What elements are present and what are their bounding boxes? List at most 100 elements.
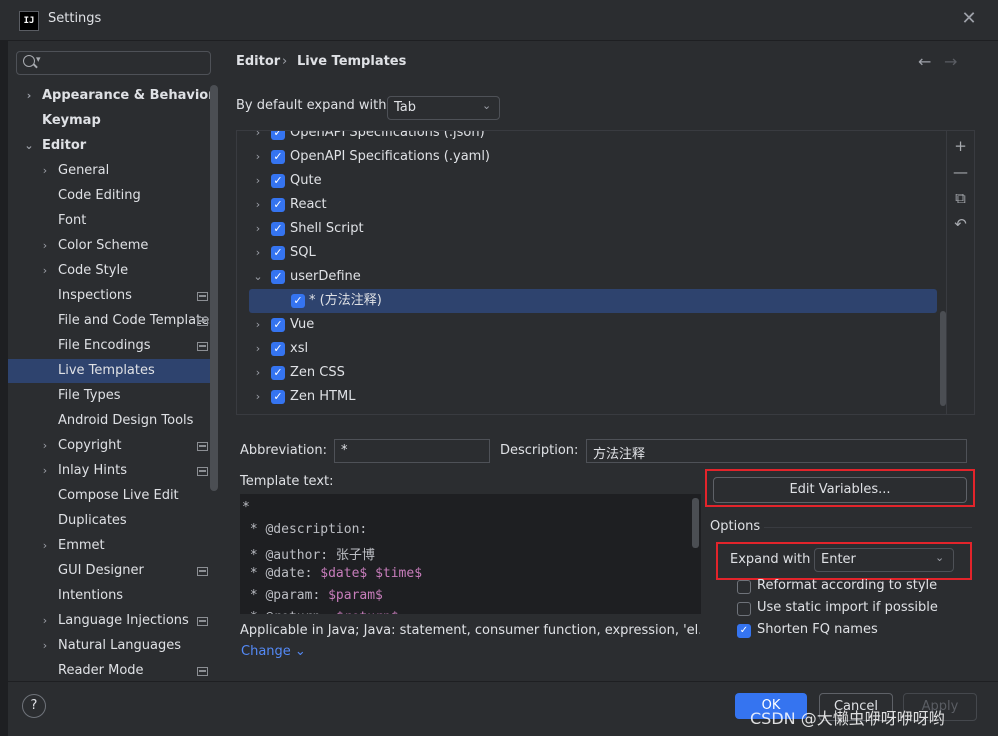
sidebar-item[interactable]: › Code Style	[8, 259, 218, 283]
chevron-right-icon[interactable]: ›	[38, 259, 52, 283]
sidebar-item[interactable]: Keymap	[8, 109, 218, 133]
template-enabled-checkbox[interactable]: ✓	[271, 222, 285, 236]
add-icon[interactable]: +	[947, 137, 974, 155]
change-contexts-link[interactable]: Change ⌄	[241, 644, 306, 659]
sidebar-item[interactable]: › Copyright	[8, 434, 218, 458]
template-text-editor[interactable]: * * @description: * @author: 张子博 * @date…	[240, 494, 701, 614]
sidebar-item[interactable]: › Language Injections	[8, 609, 218, 633]
chevron-right-icon[interactable]: ›	[38, 459, 52, 483]
template-group-row[interactable]: › ✓ OpenAPI Specifications (.yaml)	[237, 145, 947, 169]
breadcrumb-editor[interactable]: Editor	[236, 54, 280, 69]
template-group-row[interactable]: › ✓ Zen HTML	[237, 385, 947, 409]
sidebar-item[interactable]: ⌄ Editor	[8, 134, 218, 158]
description-input[interactable]: 方法注释	[586, 439, 967, 463]
sidebar-item[interactable]: › Color Scheme	[8, 234, 218, 258]
sidebar-item-label: Code Style	[58, 263, 129, 278]
chevron-right-icon[interactable]: ›	[251, 385, 265, 409]
settings-search-input[interactable]: ▾	[16, 51, 211, 75]
help-button[interactable]: ?	[22, 694, 46, 718]
project-scope-icon	[197, 667, 208, 676]
template-group-row[interactable]: › ✓ OpenAPI Specifications (.json)	[237, 131, 947, 145]
sidebar-item[interactable]: Android Design Tools	[8, 409, 218, 433]
template-enabled-checkbox[interactable]: ✓	[271, 150, 285, 164]
chevron-right-icon[interactable]: ›	[38, 634, 52, 658]
template-enabled-checkbox[interactable]: ✓	[291, 294, 305, 308]
default-expand-select[interactable]: Tab ⌄	[387, 96, 500, 120]
restore-icon[interactable]: ↶	[947, 215, 974, 233]
search-history-caret-icon[interactable]: ▾	[36, 55, 41, 65]
template-group-row[interactable]: › ✓ xsl	[237, 337, 947, 361]
template-enabled-checkbox[interactable]: ✓	[271, 246, 285, 260]
template-group-row[interactable]: › ✓ Vue	[237, 313, 947, 337]
template-enabled-checkbox[interactable]: ✓	[271, 342, 285, 356]
project-scope-icon	[197, 317, 208, 326]
code-line: * @return: $return$	[242, 610, 399, 614]
template-group-row[interactable]: › ✓ React	[237, 193, 947, 217]
template-enabled-checkbox[interactable]: ✓	[271, 366, 285, 380]
template-group-row[interactable]: › ✓ Zen CSS	[237, 361, 947, 385]
chevron-right-icon[interactable]: ›	[251, 337, 265, 361]
template-enabled-checkbox[interactable]: ✓	[271, 270, 285, 284]
sidebar-item-label: Android Design Tools	[58, 413, 194, 428]
abbreviation-value: *	[341, 443, 348, 458]
chevron-right-icon[interactable]: ›	[251, 131, 265, 145]
remove-icon[interactable]: —	[947, 163, 974, 181]
shorten-fq-checkbox[interactable]: ✓	[737, 624, 751, 638]
chevron-right-icon[interactable]: ›	[251, 313, 265, 337]
reformat-checkbox[interactable]	[737, 580, 751, 594]
sidebar-item[interactable]: Compose Live Edit	[8, 484, 218, 508]
sidebar-item[interactable]: File Encodings	[8, 334, 218, 358]
expand-with-select[interactable]: Enter ⌄	[814, 548, 954, 572]
project-scope-icon	[197, 567, 208, 576]
sidebar-item[interactable]: › Appearance & Behavior	[8, 84, 218, 108]
template-enabled-checkbox[interactable]: ✓	[271, 318, 285, 332]
edit-variables-button[interactable]: Edit Variables...	[713, 477, 967, 503]
chevron-right-icon[interactable]: ›	[251, 241, 265, 265]
copy-icon[interactable]: ⧉	[947, 189, 974, 207]
sidebar-item[interactable]: Reader Mode	[8, 659, 218, 683]
sidebar-item[interactable]: File Types	[8, 384, 218, 408]
chevron-right-icon[interactable]: ›	[38, 234, 52, 258]
sidebar-item[interactable]: File and Code Templates	[8, 309, 218, 333]
sidebar-item[interactable]: Code Editing	[8, 184, 218, 208]
sidebar-item[interactable]: › Natural Languages	[8, 634, 218, 658]
sidebar-item[interactable]: › Emmet	[8, 534, 218, 558]
sidebar-item[interactable]: Intentions	[8, 584, 218, 608]
sidebar-item[interactable]: › Inlay Hints	[8, 459, 218, 483]
chevron-right-icon[interactable]: ›	[38, 159, 52, 183]
sidebar-item[interactable]: Font	[8, 209, 218, 233]
template-enabled-checkbox[interactable]: ✓	[271, 198, 285, 212]
template-group-row[interactable]: › ✓ Shell Script	[237, 217, 947, 241]
template-enabled-checkbox[interactable]: ✓	[271, 390, 285, 404]
chevron-right-icon[interactable]: ›	[251, 217, 265, 241]
chevron-right-icon[interactable]: ›	[251, 193, 265, 217]
chevron-right-icon[interactable]: ›	[38, 609, 52, 633]
template-group-row[interactable]: ⌄ ✓ userDefine	[237, 265, 947, 289]
close-icon[interactable]: ✕	[958, 8, 980, 30]
chevron-right-icon[interactable]: ›	[251, 169, 265, 193]
chevron-down-icon[interactable]: ⌄	[22, 134, 36, 158]
sidebar-item[interactable]: › General	[8, 159, 218, 183]
chevron-right-icon[interactable]: ›	[38, 434, 52, 458]
back-arrow-icon[interactable]: ←	[918, 52, 931, 71]
project-scope-icon	[197, 342, 208, 351]
chevron-down-icon[interactable]: ⌄	[251, 265, 265, 289]
chevron-right-icon[interactable]: ›	[38, 534, 52, 558]
template-enabled-checkbox[interactable]: ✓	[271, 131, 285, 140]
abbreviation-input[interactable]: *	[334, 439, 490, 463]
settings-tree-scrollbar[interactable]	[210, 85, 218, 491]
template-item[interactable]: ✓ * (方法注释)	[249, 289, 937, 313]
template-enabled-checkbox[interactable]: ✓	[271, 174, 285, 188]
chevron-right-icon[interactable]: ›	[251, 361, 265, 385]
chevron-right-icon[interactable]: ›	[22, 84, 36, 108]
chevron-right-icon[interactable]: ›	[251, 145, 265, 169]
template-editor-scrollbar[interactable]	[692, 498, 699, 548]
template-group-row[interactable]: › ✓ SQL	[237, 241, 947, 265]
sidebar-item[interactable]: Duplicates	[8, 509, 218, 533]
sidebar-item[interactable]: Live Templates	[8, 359, 218, 383]
sidebar-item[interactable]: GUI Designer	[8, 559, 218, 583]
sidebar-item[interactable]: Inspections	[8, 284, 218, 308]
template-group-row[interactable]: › ✓ Qute	[237, 169, 947, 193]
template-row-label: Zen HTML	[290, 389, 356, 404]
static-import-checkbox[interactable]	[737, 602, 751, 616]
